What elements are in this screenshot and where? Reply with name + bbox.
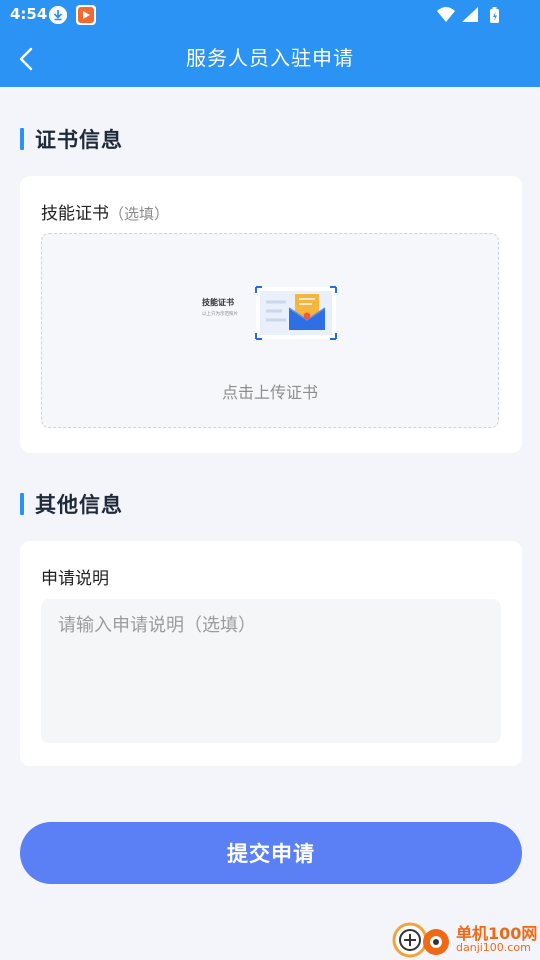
wifi-icon (437, 7, 455, 22)
watermark-url: danji100.com (456, 941, 531, 954)
application-note-label: 申请说明 (41, 569, 109, 589)
optional-hint: （选填） (109, 205, 170, 223)
section-title-other: 其他信息 (35, 493, 123, 517)
certificate-illustration: 技能证书 以上只为示范照片 (200, 284, 340, 344)
skill-certificate-label: 技能证书（选填） (41, 199, 169, 224)
certificate-upload-area[interactable]: 技能证书 以上只为示范照片 点击上传证书 (41, 233, 499, 428)
watermark-logo-icon (390, 918, 452, 958)
section-header-other: 其他信息 (20, 491, 220, 517)
top-bar: 4:54 服务人员入驻申请 (0, 0, 540, 87)
application-note-input[interactable] (41, 599, 501, 743)
submit-application-button[interactable]: 提交申请 (20, 822, 522, 884)
signal-icon (462, 7, 478, 22)
watermark: 单机100网 danji100.com (388, 914, 540, 960)
nav-bar: 服务人员入驻申请 (0, 30, 540, 87)
system-status-icons (436, 6, 506, 24)
status-bar: 4:54 (0, 0, 540, 30)
section-title-certificate: 证书信息 (35, 128, 123, 152)
application-note-card: 申请说明 (20, 541, 522, 766)
download-icon (49, 6, 67, 24)
certificate-card: 技能证书（选填） 技能证书 以上只为示范照片 点击上传证书 (20, 176, 522, 453)
status-time: 4:54 (10, 5, 48, 23)
illustration-subtitle: 以上只为示范照片 (202, 310, 238, 317)
app-notification-icon (76, 5, 96, 25)
section-header-certificate: 证书信息 (20, 126, 220, 152)
upload-hint-text: 点击上传证书 (221, 383, 318, 402)
battery-icon (490, 7, 499, 23)
skill-certificate-label-text: 技能证书 (41, 204, 109, 224)
illustration-title: 技能证书 (202, 297, 234, 307)
section-accent-bar (20, 128, 24, 150)
page-title: 服务人员入驻申请 (186, 46, 354, 70)
section-accent-bar (20, 493, 24, 515)
app-screen: 4:54 服务人员入驻申请 证书信息 技能证书（选填） 技能证书 以上只为示范照… (0, 0, 540, 960)
